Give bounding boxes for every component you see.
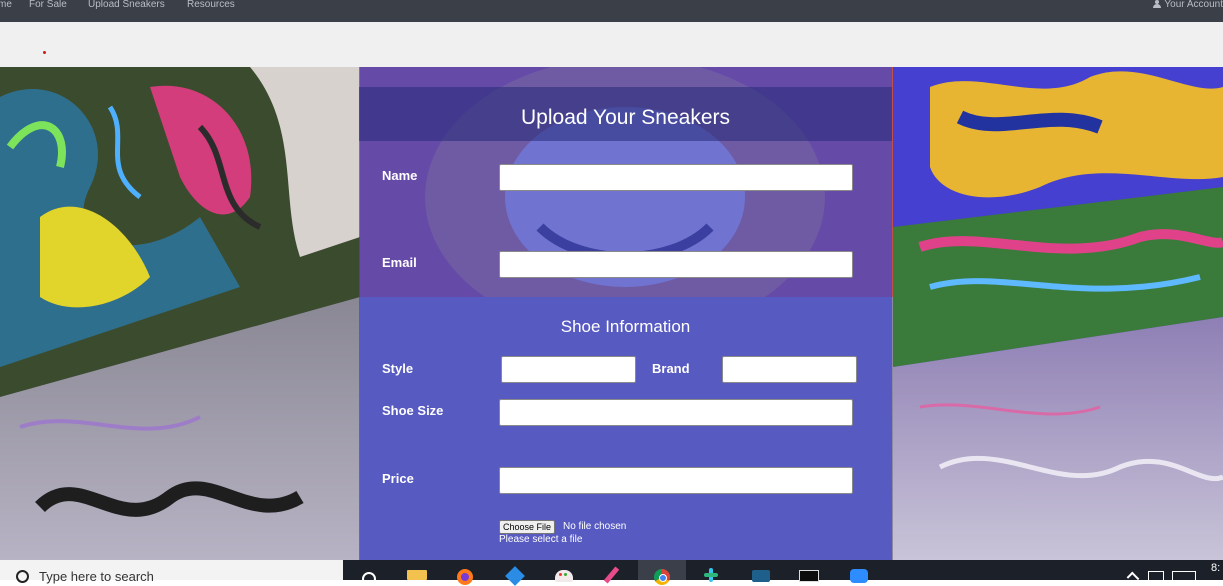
email-input[interactable] — [499, 251, 853, 278]
style-label: Style — [382, 361, 414, 376]
name-label: Name — [382, 168, 418, 183]
nav-for-sale-link[interactable]: For Sale — [29, 0, 67, 10]
search-icon — [16, 570, 29, 583]
choose-file-button[interactable]: Choose File — [499, 520, 556, 534]
account-label: Your Account — [1164, 0, 1223, 10]
user-icon — [1153, 0, 1162, 8]
task-view-icon[interactable] — [358, 568, 380, 586]
shoe-size-label: Shoe Size — [382, 403, 444, 418]
top-nav: me For Sale Upload Sneakers Resources Yo… — [0, 0, 1223, 22]
mysql-workbench-icon[interactable] — [750, 568, 772, 582]
style-input[interactable] — [501, 356, 636, 383]
taskbar-search-placeholder: Type here to search — [39, 569, 154, 584]
chrome-icon[interactable] — [651, 568, 673, 585]
sub-header-bar — [0, 22, 1223, 67]
name-input[interactable] — [499, 164, 853, 191]
shoe-size-input[interactable] — [499, 399, 853, 426]
terminal-icon[interactable] — [798, 568, 820, 582]
upload-form-panel: Upload Your Sneakers Name Email Shoe Inf… — [359, 67, 892, 560]
chevron-up-icon[interactable] — [1126, 571, 1140, 585]
windows-taskbar: Type here to search 8: — [0, 560, 1223, 586]
red-dot-marker — [43, 51, 46, 54]
nav-home-link[interactable]: me — [0, 0, 12, 10]
file-hint: Please select a file — [499, 534, 583, 545]
brand-label: Brand — [652, 361, 690, 376]
firefox-icon[interactable] — [454, 568, 476, 585]
price-input[interactable] — [499, 467, 853, 494]
nav-upload-sneakers-link[interactable]: Upload Sneakers — [88, 0, 165, 10]
slack-icon[interactable] — [700, 568, 722, 582]
email-label: Email — [382, 255, 417, 270]
taskbar-clock[interactable]: 8: — [1211, 562, 1220, 574]
account-link[interactable]: Your Account — [1153, 0, 1223, 10]
paint-icon[interactable] — [553, 568, 575, 582]
file-explorer-icon[interactable] — [406, 568, 428, 580]
pencil-app-icon[interactable] — [601, 566, 623, 584]
vscode-icon[interactable] — [504, 566, 526, 586]
brand-input[interactable] — [722, 356, 857, 383]
shoe-information-heading: Shoe Information — [560, 317, 691, 336]
taskbar-search-box[interactable]: Type here to search — [0, 560, 343, 584]
price-label: Price — [382, 471, 414, 486]
form-title: Upload Your Sneakers — [521, 106, 730, 129]
nav-resources-link[interactable]: Resources — [187, 0, 235, 10]
file-status: No file chosen — [563, 521, 627, 532]
zoom-icon[interactable] — [848, 568, 870, 583]
